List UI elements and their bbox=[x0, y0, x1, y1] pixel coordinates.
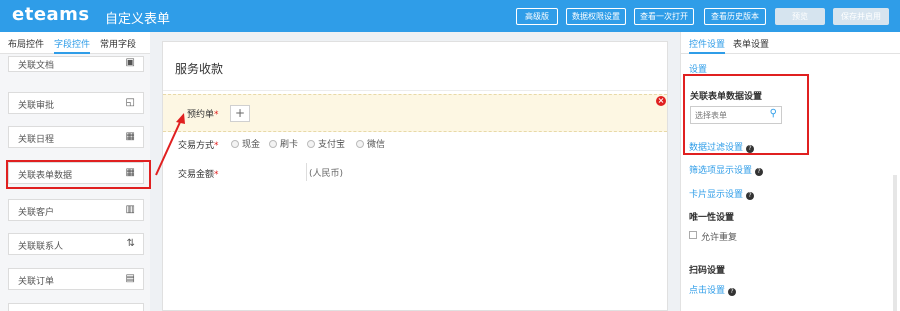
top-bar: eteams 自定义表单 高级版 数据权限设置 查看一次打开 查看历史版本 预览… bbox=[0, 0, 900, 32]
widget-label: 关联客户 bbox=[18, 208, 55, 218]
radio-icon bbox=[356, 140, 364, 148]
tab-common-fields[interactable]: 常用字段 bbox=[100, 37, 136, 50]
app-title: 自定义表单 bbox=[105, 12, 171, 27]
form-title: 服务收款 bbox=[175, 62, 224, 76]
widget-related-contact[interactable]: 关联联系人 ⇅ bbox=[8, 233, 144, 255]
radio-alipay[interactable]: 支付宝 bbox=[307, 137, 345, 150]
settings-tabs: 控件设置 表单设置 bbox=[681, 32, 900, 54]
widget-next[interactable] bbox=[8, 303, 144, 311]
unique-checkbox[interactable] bbox=[689, 231, 697, 239]
radio-card[interactable]: 刷卡 bbox=[269, 137, 298, 150]
radio-cash[interactable]: 现金 bbox=[231, 137, 260, 150]
view-once-button[interactable]: 查看一次打开 bbox=[634, 8, 694, 25]
selected-field-row[interactable]: 预约单* + bbox=[163, 94, 667, 132]
radio-wechat[interactable]: 微信 bbox=[356, 137, 385, 150]
add-button[interactable]: + bbox=[230, 105, 250, 122]
widget-tabs: 布局控件 字段控件 常用字段 bbox=[0, 32, 150, 54]
calendar-icon: ▦ bbox=[125, 131, 135, 142]
radio-icon bbox=[231, 140, 239, 148]
help-icon[interactable]: ? bbox=[755, 168, 764, 176]
history-version-button[interactable]: 查看历史版本 bbox=[704, 8, 766, 25]
form-canvas: 服务收款 预约单* + 交易方式* 现金 刷卡 支付宝 微信 交易金额* (人民… bbox=[162, 41, 668, 311]
radio-icon bbox=[269, 140, 277, 148]
unique-checkbox-label: 允许重复 bbox=[701, 233, 738, 243]
tab-widget-settings[interactable]: 控件设置 bbox=[689, 37, 726, 54]
doc-icon: ▣ bbox=[125, 57, 135, 68]
radio-icon bbox=[307, 140, 315, 148]
help-icon[interactable]: ? bbox=[728, 288, 737, 296]
tab-form-settings[interactable]: 表单设置 bbox=[733, 37, 769, 50]
contact-icon: ⇅ bbox=[126, 238, 135, 249]
scrollbar[interactable] bbox=[893, 175, 897, 311]
card-display-link[interactable]: 卡片显示设置? bbox=[689, 187, 755, 200]
order-icon: ▤ bbox=[125, 273, 135, 284]
building-icon: ▥ bbox=[125, 204, 135, 215]
scan-heading: 扫码设置 bbox=[689, 266, 726, 276]
data-permission-button[interactable]: 数据权限设置 bbox=[566, 8, 626, 25]
highlight-box-widget bbox=[6, 160, 151, 189]
widget-related-doc[interactable]: 关联文档 ▣ bbox=[8, 56, 144, 72]
unique-heading: 唯一性设置 bbox=[689, 213, 735, 223]
widget-related-customer[interactable]: 关联客户 ▥ bbox=[8, 199, 144, 221]
divider bbox=[163, 90, 667, 91]
red-arrow-icon bbox=[155, 113, 185, 176]
widget-label: 关联日程 bbox=[18, 135, 55, 145]
widget-related-schedule[interactable]: 关联日程 ▦ bbox=[8, 126, 144, 148]
help-icon[interactable]: ? bbox=[746, 192, 755, 200]
widget-related-approval[interactable]: 关联审批 ◱ bbox=[8, 92, 144, 114]
preview-button[interactable]: 预览 bbox=[775, 8, 825, 25]
widget-label: 关联联系人 bbox=[18, 242, 64, 252]
widget-label: 关联审批 bbox=[18, 101, 55, 111]
widget-label: 关联订单 bbox=[18, 277, 55, 287]
highlight-box-settings bbox=[683, 74, 809, 155]
save-enable-button[interactable]: 保存并启用 bbox=[833, 8, 889, 25]
field-label-reservation: 预约单* bbox=[187, 110, 219, 120]
delete-field-icon[interactable]: × bbox=[656, 96, 666, 106]
tab-field-widgets[interactable]: 字段控件 bbox=[54, 37, 91, 54]
approval-icon: ◱ bbox=[125, 97, 135, 108]
widget-label: 关联文档 bbox=[18, 61, 55, 71]
advanced-version-button[interactable]: 高级版 bbox=[516, 8, 558, 25]
display-settings-link[interactable]: 筛选项显示设置? bbox=[689, 163, 764, 176]
click-settings-link[interactable]: 点击设置? bbox=[689, 283, 737, 296]
eteams-logo: eteams bbox=[12, 4, 90, 25]
tab-layout-widgets[interactable]: 布局控件 bbox=[8, 37, 44, 50]
amount-unit: (人民币) bbox=[309, 169, 344, 179]
widget-related-order[interactable]: 关联订单 ▤ bbox=[8, 268, 144, 290]
